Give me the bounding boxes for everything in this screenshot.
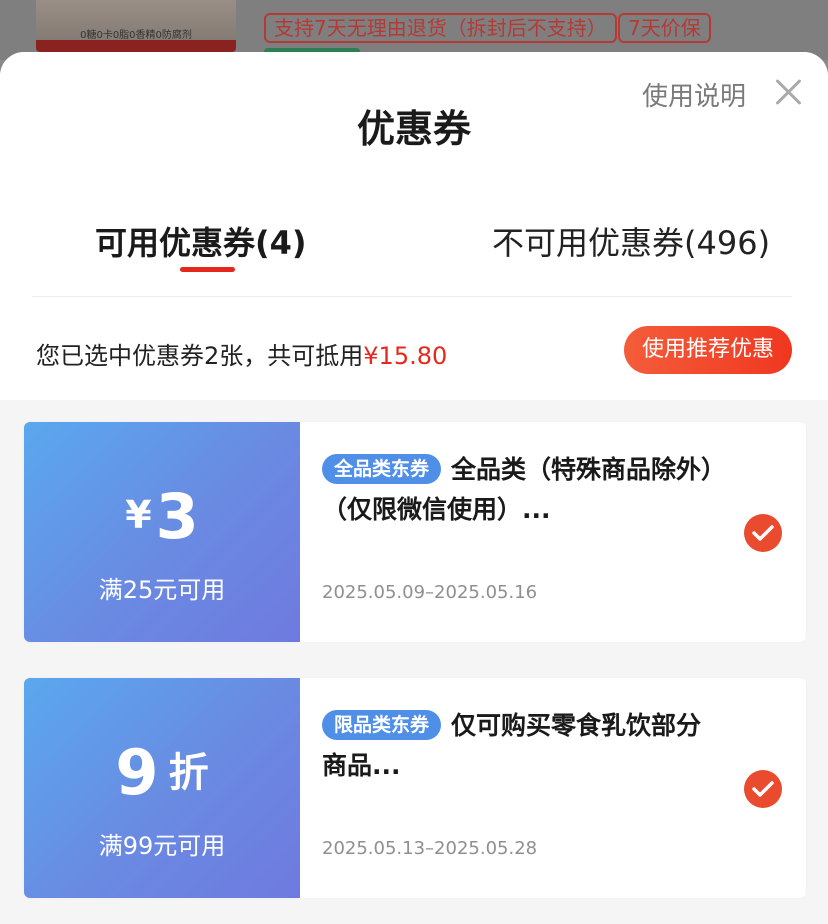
coupon-sheet: 使用说明 优惠券 可用优惠券(4) 不可用优惠券(496) 您已选中优惠券2张，… bbox=[0, 52, 828, 924]
coupon-info: 全品类东券 全品类（特殊商品除外）（仅限微信使用）... 2025.05.09–2… bbox=[300, 422, 806, 642]
coupon-type-badge: 限品类东券 bbox=[322, 710, 442, 740]
coupon-condition: 满99元可用 bbox=[98, 832, 226, 860]
price-protect-tag: 7天价保 bbox=[618, 13, 711, 43]
coupon-value-panel: 9折 满99元可用 bbox=[24, 678, 300, 898]
coupon-value-panel: ¥3 满25元可用 bbox=[24, 422, 300, 642]
coupon-info: 限品类东券 仅可购买零食乳饮部分商品... 2025.05.13–2025.05.… bbox=[300, 678, 806, 898]
active-tab-indicator bbox=[180, 267, 235, 272]
product-image-caption: 0糖0卡0脂0香精0防腐剂 bbox=[80, 30, 192, 41]
sheet-header: 使用说明 优惠券 可用优惠券(4) 不可用优惠券(496) 您已选中优惠券2张，… bbox=[0, 52, 828, 400]
coupon-card[interactable]: 9折 满99元可用 限品类东券 仅可购买零食乳饮部分商品... 2025.05.1… bbox=[24, 678, 806, 898]
coupon-description: 全品类东券 全品类（特殊商品除外）（仅限微信使用）... bbox=[322, 450, 720, 530]
currency-symbol: ¥ bbox=[125, 493, 152, 537]
checkmark-icon[interactable] bbox=[744, 770, 782, 808]
return-policy-tag: 支持7天无理由退货（拆封后不支持） bbox=[264, 13, 617, 43]
coupon-condition: 满25元可用 bbox=[98, 576, 226, 604]
tab-unavailable-coupons[interactable]: 不可用优惠券(496) bbox=[492, 218, 770, 264]
coupon-card[interactable]: ¥3 满25元可用 全品类东券 全品类（特殊商品除外）（仅限微信使用）... 20… bbox=[24, 422, 806, 642]
product-image: 0糖0卡0脂0香精0防腐剂 bbox=[36, 0, 236, 52]
divider bbox=[32, 296, 792, 297]
coupon-value: ¥3 bbox=[24, 480, 300, 553]
coupon-unit: 折 bbox=[168, 750, 209, 796]
coupon-description: 限品类东券 仅可购买零食乳饮部分商品... bbox=[322, 706, 720, 786]
use-recommended-button[interactable]: 使用推荐优惠 bbox=[624, 326, 792, 374]
tab-available-coupons[interactable]: 可用优惠券(4) bbox=[95, 218, 307, 264]
coupon-type-badge: 全品类东券 bbox=[322, 454, 442, 484]
watermark: 优选好物福利官 bbox=[296, 370, 471, 398]
coupon-amount: 3 bbox=[155, 480, 199, 553]
coupon-value: 9折 bbox=[24, 736, 300, 809]
checkmark-icon[interactable] bbox=[744, 514, 782, 552]
coupon-validity: 2025.05.09–2025.05.16 bbox=[322, 582, 538, 603]
coupon-amount: 9 bbox=[115, 736, 159, 809]
sheet-title: 优惠券 bbox=[356, 107, 471, 151]
coupon-validity: 2025.05.13–2025.05.28 bbox=[322, 838, 538, 859]
